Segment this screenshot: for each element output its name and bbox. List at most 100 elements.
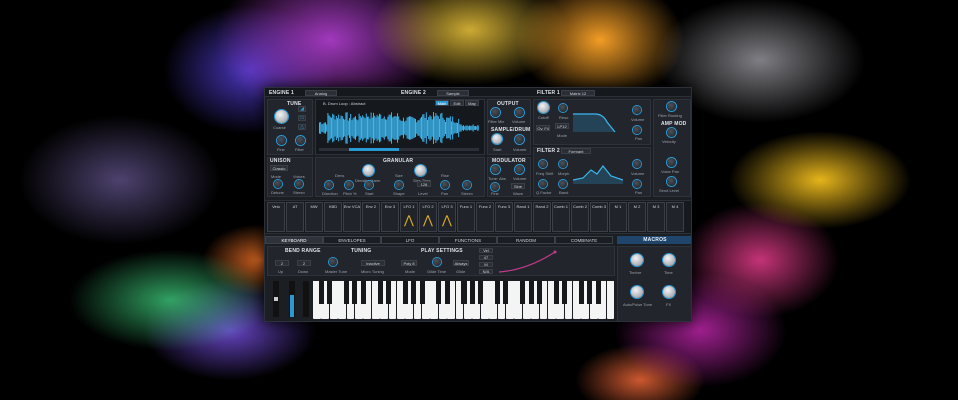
output-volume-knob[interactable] (515, 108, 524, 117)
mod-slot-10[interactable]: Func 1 (457, 202, 475, 232)
tab-main[interactable]: Main (435, 100, 449, 106)
pitch-knob[interactable] (345, 181, 353, 189)
black-key[interactable] (495, 281, 501, 304)
black-key[interactable] (461, 281, 467, 304)
mod-slot-9[interactable]: LFO 3 ⋀ (438, 202, 456, 232)
mod-volume-knob[interactable] (515, 165, 524, 174)
black-key[interactable] (444, 281, 450, 304)
fine-knob[interactable] (277, 136, 286, 145)
mod-slot-17[interactable]: Comb 3 (590, 202, 608, 232)
filter1-curve[interactable] (573, 108, 623, 134)
pitch-wheel-handle[interactable] (274, 297, 278, 301)
black-key[interactable] (436, 281, 442, 304)
black-key[interactable] (344, 281, 350, 304)
wave-saw-button[interactable]: ◢ (298, 106, 306, 112)
master-tune-knob[interactable] (329, 258, 337, 266)
freq-shift-knob[interactable] (539, 160, 547, 168)
glide-mode-select[interactable]: Always (453, 260, 469, 266)
coarse-knob[interactable] (275, 110, 288, 123)
sample-scrollbar[interactable] (319, 148, 479, 151)
filter2-curve[interactable] (573, 158, 623, 184)
filter2-volume-knob[interactable] (633, 160, 641, 168)
white-key[interactable] (606, 281, 615, 319)
macro-fx-knob[interactable] (663, 286, 675, 298)
black-key[interactable] (536, 281, 542, 304)
cutoff-knob[interactable] (538, 102, 549, 113)
black-key[interactable] (327, 281, 333, 304)
mod-slot-16[interactable]: Comb 2 (571, 202, 589, 232)
black-key[interactable] (318, 281, 324, 304)
filter-routing-knob[interactable] (667, 102, 676, 111)
wave-select[interactable]: Sine (511, 183, 525, 189)
filter-mix-knob[interactable] (491, 108, 500, 117)
black-key[interactable] (360, 281, 366, 304)
mod-slot-4[interactable]: Env VCA (343, 202, 361, 232)
stereo-gran-knob[interactable] (463, 181, 471, 189)
black-key[interactable] (595, 281, 601, 304)
black-key[interactable] (385, 281, 391, 304)
mod-slot-0[interactable]: Velo (267, 202, 285, 232)
mod-slot-1[interactable]: AT (286, 202, 304, 232)
black-key[interactable] (553, 281, 559, 304)
tab-functions[interactable]: FUNCTIONS (439, 236, 497, 244)
macro-time-knob[interactable] (663, 254, 675, 266)
mod-slot-18[interactable]: M 1 (609, 202, 627, 232)
waveform-graph[interactable] (319, 110, 479, 146)
mod-slot-15[interactable]: Comb 1 (552, 202, 570, 232)
start-output-knob[interactable] (492, 134, 502, 144)
q-factor-knob[interactable] (539, 180, 547, 188)
macro-auto-pulse-knob[interactable] (631, 286, 643, 298)
pan-knob[interactable] (441, 181, 449, 189)
vel-m-tag[interactable]: M (479, 262, 493, 267)
filter-knob[interactable] (296, 136, 305, 145)
tune-abs-knob[interactable] (491, 165, 500, 174)
morph-knob[interactable] (559, 160, 567, 168)
tab-random[interactable]: RANDOM (497, 236, 555, 244)
bend-down-value[interactable]: 2 (297, 260, 311, 266)
vel-na-tag[interactable]: N/A (479, 269, 493, 274)
micro-tuning-select[interactable]: Inactive (361, 260, 385, 266)
mod-wheel[interactable] (289, 281, 295, 317)
mod-slot-14[interactable]: Rand 2 (533, 202, 551, 232)
filter2-pan-knob[interactable] (633, 180, 641, 188)
shape-knob[interactable] (395, 181, 403, 189)
black-key[interactable] (402, 281, 408, 304)
black-key[interactable] (520, 281, 526, 304)
stereo-knob[interactable] (295, 180, 303, 188)
mod-slot-5[interactable]: Env 2 (362, 202, 380, 232)
mod-slot-6[interactable]: Env 3 (381, 202, 399, 232)
filter1-pan-knob[interactable] (633, 126, 641, 134)
black-key[interactable] (469, 281, 475, 304)
black-key[interactable] (562, 281, 568, 304)
mod-slot-19[interactable]: M 2 (628, 202, 646, 232)
mod-slot-13[interactable]: Rand 1 (514, 202, 532, 232)
mod-slot-7[interactable]: LFO 1 ⋀ (400, 202, 418, 232)
tab-envelopes[interactable]: ENVELOPES (323, 236, 381, 244)
poly-mode-select[interactable]: Poly 8 (401, 260, 417, 266)
piano-keyboard[interactable] (313, 281, 615, 319)
engine2-mode-select[interactable]: Sample (437, 90, 469, 96)
tab-lfo[interactable]: LFO (381, 236, 439, 244)
filter1-volume-knob[interactable] (633, 106, 641, 114)
black-key[interactable] (578, 281, 584, 304)
bend-up-value[interactable]: 2 (275, 260, 289, 266)
filter1-mode-select[interactable]: LP12 (555, 123, 569, 129)
band-knob[interactable] (559, 180, 567, 188)
velocity-curve-graph[interactable] (497, 248, 557, 274)
black-key[interactable] (503, 281, 509, 304)
voice-pan-knob[interactable] (667, 158, 676, 167)
size-knob[interactable] (415, 165, 426, 176)
mod-slot-3[interactable]: KBD (324, 202, 342, 232)
direction-knob[interactable] (325, 181, 333, 189)
engine1-mode-select[interactable]: Analog (305, 90, 337, 96)
sample-volume-knob[interactable] (515, 135, 524, 144)
detune-knob[interactable] (274, 180, 282, 188)
macro-timbre-knob[interactable] (631, 254, 643, 266)
filter2-type-select[interactable]: Formant (561, 148, 591, 154)
black-key[interactable] (411, 281, 417, 304)
black-key[interactable] (352, 281, 358, 304)
black-key[interactable] (587, 281, 593, 304)
size-value[interactable]: 128 (417, 181, 431, 187)
tab-map[interactable]: Map (465, 100, 479, 106)
density-knob[interactable] (363, 165, 374, 176)
